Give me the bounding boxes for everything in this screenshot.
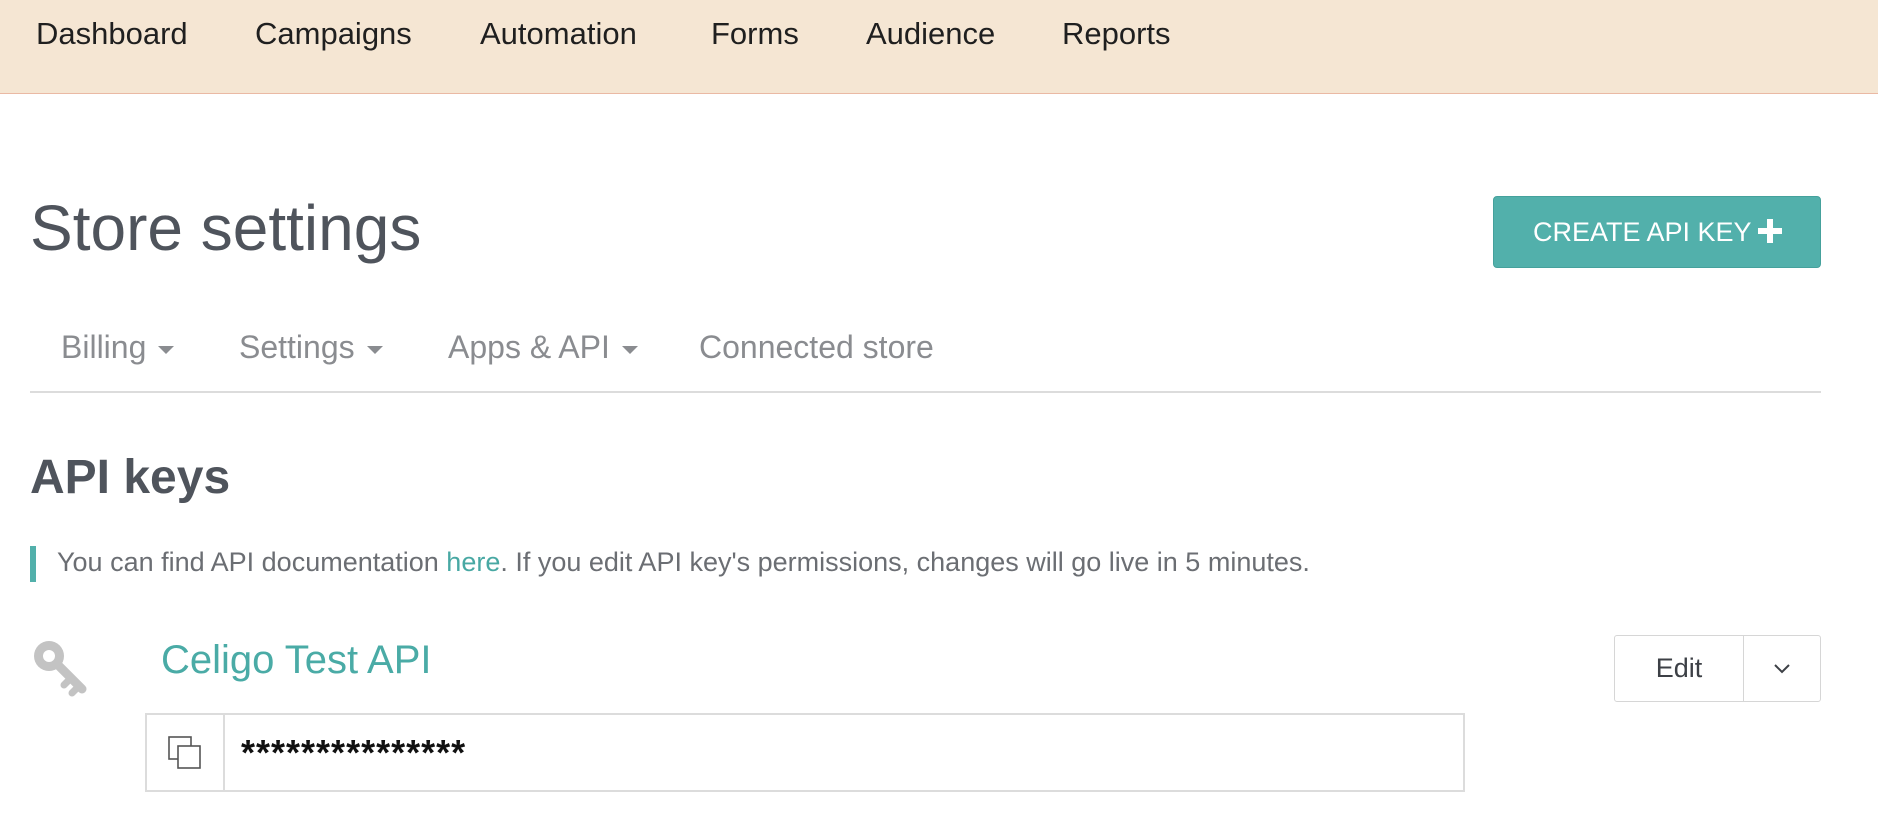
copy-icon — [168, 735, 201, 769]
tab-billing[interactable]: Billing — [61, 329, 175, 366]
topnav-reports[interactable]: Reports — [1062, 16, 1171, 52]
edit-button[interactable]: Edit — [1615, 636, 1744, 701]
tab-apps-and-api-label: Apps & API — [448, 329, 610, 365]
topnav-forms[interactable]: Forms — [711, 16, 799, 52]
chevron-down-icon — [1774, 663, 1790, 673]
edit-button-group: Edit — [1614, 635, 1821, 702]
create-api-key-label: CREATE API KEY — [1533, 216, 1752, 247]
api-key-value-input[interactable] — [225, 715, 1463, 790]
edit-dropdown-toggle[interactable] — [1744, 636, 1820, 701]
api-key-name-link[interactable]: Celigo Test API — [161, 638, 432, 683]
topnav-dashboard[interactable]: Dashboard — [36, 16, 188, 52]
notice-accent-bar — [30, 546, 36, 582]
page-title: Store settings — [30, 192, 422, 264]
api-key-field — [145, 713, 1465, 792]
caret-down-icon — [158, 345, 175, 354]
caret-down-icon — [366, 345, 383, 354]
tabs-divider — [30, 391, 1821, 393]
tab-connected-store-label: Connected store — [699, 329, 934, 365]
topnav-campaigns[interactable]: Campaigns — [255, 16, 412, 52]
key-icon — [30, 637, 90, 697]
notice-text-end: . If you edit API key's permissions, cha… — [500, 547, 1310, 577]
tab-apps-and-api[interactable]: Apps & API — [448, 329, 638, 366]
topnav-audience[interactable]: Audience — [866, 16, 995, 52]
create-api-key-button[interactable]: CREATE API KEY — [1493, 196, 1821, 268]
plus-icon — [1758, 219, 1782, 243]
top-navigation: Dashboard Campaigns Automation Forms Aud… — [0, 0, 1878, 94]
topnav-automation[interactable]: Automation — [480, 16, 637, 52]
copy-key-button[interactable] — [147, 715, 225, 790]
api-documentation-notice: You can find API documentation here. If … — [57, 547, 1310, 578]
notice-text-start: You can find API documentation — [57, 547, 447, 577]
tab-billing-label: Billing — [61, 329, 147, 365]
tab-settings[interactable]: Settings — [239, 329, 383, 366]
section-title-api-keys: API keys — [30, 451, 231, 504]
api-documentation-link[interactable]: here — [446, 547, 500, 577]
tab-connected-store[interactable]: Connected store — [699, 329, 934, 366]
caret-down-icon — [621, 345, 638, 354]
tab-settings-label: Settings — [239, 329, 355, 365]
